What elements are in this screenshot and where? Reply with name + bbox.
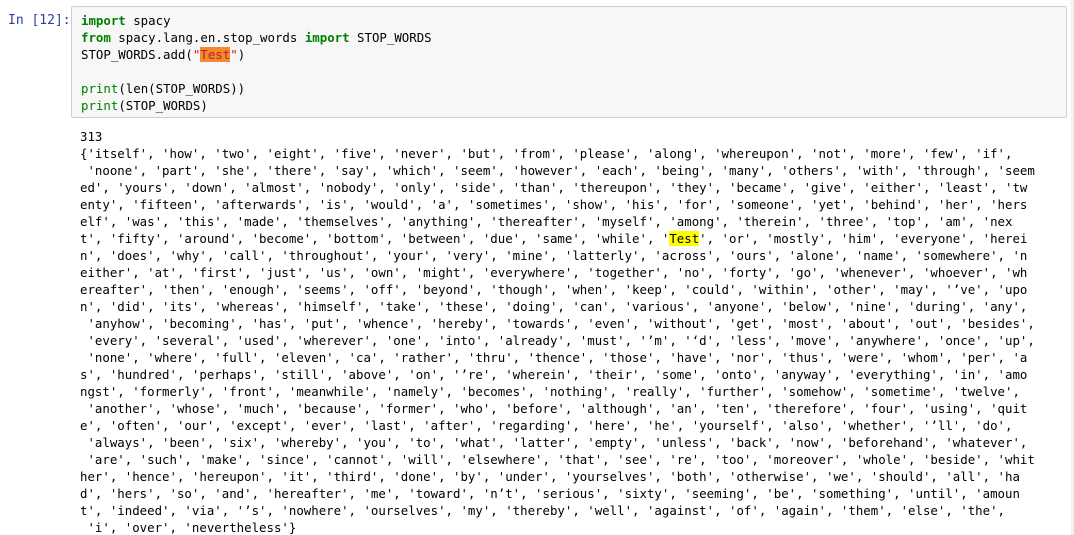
code-input-area[interactable]: import spacy from spacy.lang.en.stop_wor… [71, 6, 1067, 118]
output-line: 'noone', 'part', 'she', 'there', 'say', … [80, 163, 1035, 178]
builtin-print: print [81, 98, 119, 113]
output-line: her', 'hence', 'hereupon', 'it', 'third'… [80, 469, 1020, 484]
code-line-5: print(len(STOP_WORDS)) [81, 80, 1066, 97]
output-line: either', 'at', 'first', 'just', 'us', 'o… [80, 265, 1028, 280]
output-line: enty', 'fifteen', 'afterwards', 'is', 'w… [80, 197, 1028, 212]
code-line-6: print(STOP_WORDS) [81, 97, 1066, 114]
close-paren: ) [237, 47, 246, 62]
output-stop-words: {'itself', 'how', 'two', 'eight', 'five'… [80, 145, 1065, 535]
module-name: spacy [125, 13, 171, 28]
method-call: STOP_WORDS.add( [81, 47, 193, 62]
output-text: t', 'fifty', 'around', 'become', 'bottom… [80, 231, 670, 246]
output-line: ngst', 'formerly', 'front', 'meanwhile',… [80, 384, 1020, 399]
keyword-import: import [304, 30, 350, 45]
cell-prompt: In [12]: [8, 13, 71, 28]
code-line-3: STOP_WORDS.add("Test") [81, 46, 1066, 63]
output-line: ed', 'yours', 'down', 'almost', 'nobody'… [80, 180, 1028, 195]
output-line: 'none', 'where', 'full', 'eleven', 'ca',… [80, 350, 1028, 365]
output-line: d', 'hers', 'so', 'and', 'hereafter', 'm… [80, 486, 1020, 501]
output-line: n', 'did', 'its', 'whereas', 'himself', … [80, 299, 1028, 314]
output-line: n', 'does', 'why', 'call', 'throughout',… [80, 248, 1028, 263]
keyword-from: from [81, 30, 111, 45]
output-line: 'i', 'over', 'nevertheless'} [80, 520, 297, 535]
output-line: e', 'often', 'our', 'except', 'ever', 'l… [80, 418, 1013, 433]
output-line: t', 'indeed', 'via', '’s', 'nowhere', 'o… [80, 503, 1006, 518]
module-path: spacy.lang.en.stop_words [110, 30, 305, 45]
builtin-print: print [81, 81, 119, 96]
search-match-highlight: Test [669, 231, 700, 246]
output-text: ', 'or', 'mostly', 'him', 'everyone', 'h… [699, 231, 1028, 246]
keyword-import: import [81, 13, 126, 28]
imported-name: STOP_WORDS [349, 30, 432, 45]
output-line: 'every', 'several', 'used', 'wherever', … [80, 333, 1035, 348]
code-line-2: from spacy.lang.en.stop_words import STO… [81, 29, 1066, 46]
output-line: elf', 'was', 'this', 'made', 'themselves… [80, 214, 1013, 229]
output-line: 'another', 'whose', 'much', 'because', '… [80, 401, 1028, 416]
output-line: ereafter', 'then', 'enough', 'seems', 'o… [80, 282, 1028, 297]
print-args: (len(STOP_WORDS)) [118, 81, 246, 96]
cell-output: 313 {'itself', 'how', 'two', 'eight', 'f… [80, 128, 1065, 535]
output-line: 'are', 'such', 'make', 'since', 'cannot'… [80, 452, 1035, 467]
code-line-1: import spacy [81, 12, 1066, 29]
search-highlight: Test [200, 47, 231, 62]
string-quote: " [230, 47, 238, 62]
print-args: (STOP_WORDS) [118, 98, 208, 113]
output-line: 'anyhow', 'becoming', 'has', 'put', 'whe… [80, 316, 1035, 331]
output-line: {'itself', 'how', 'two', 'eight', 'five'… [80, 146, 1013, 161]
output-line: t', 'fifty', 'around', 'become', 'bottom… [80, 230, 1065, 247]
output-line: s', 'hundred', 'perhaps', 'still', 'abov… [80, 367, 1028, 382]
output-count: 313 [80, 129, 103, 144]
output-line: 'always', 'been', 'six', 'whereby', 'you… [80, 435, 1028, 450]
